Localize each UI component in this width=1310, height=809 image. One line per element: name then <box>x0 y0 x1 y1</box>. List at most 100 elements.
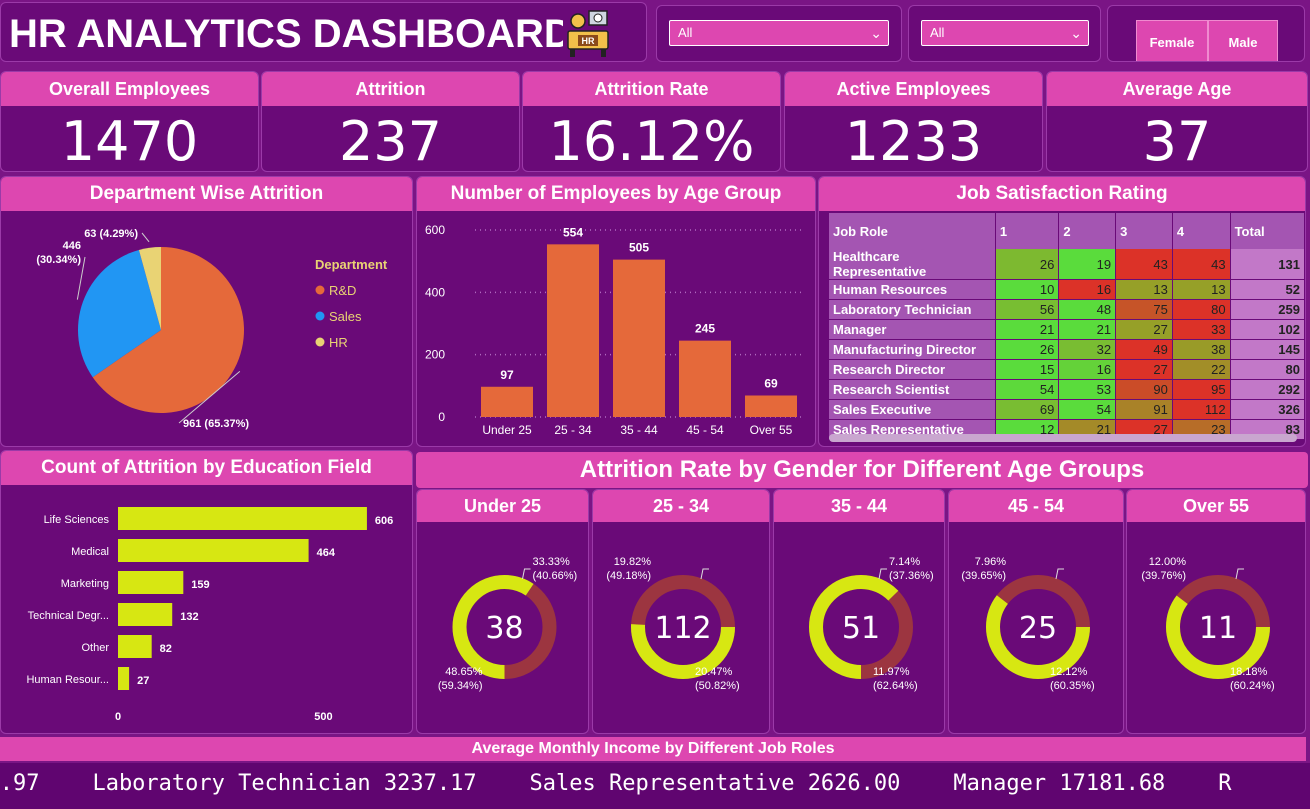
job-role-cell: Manufacturing Director <box>829 339 996 360</box>
kpi-label: Attrition Rate <box>523 72 780 106</box>
total-cell: 259 <box>1230 299 1305 320</box>
donut-label-top: 33.33% <box>533 556 571 568</box>
bar-data-label: 82 <box>160 643 172 655</box>
gender-filter-panel: Female Male <box>1107 5 1305 62</box>
kpi-average-age: Average Age 37 <box>1046 71 1308 172</box>
donut-label-top: (40.66%) <box>533 570 578 582</box>
bar-data-label: 606 <box>375 515 393 527</box>
age-bar <box>613 259 665 417</box>
donut-leader-line <box>700 568 709 580</box>
donut-label-top: 7.14% <box>889 556 920 568</box>
table-row: Research Scientist 54 53 90 95 292 <box>829 379 1305 400</box>
rating-cell: 26 <box>995 339 1060 360</box>
job-satisfaction-panel: Job Satisfaction Rating Job Role 1 2 3 4 Tota… <box>818 176 1306 447</box>
y-tick-label: Life Sciences <box>44 514 110 526</box>
bar-data-label: 159 <box>191 579 209 591</box>
filter-dropdown-2[interactable]: All ⌄ <box>921 20 1089 46</box>
rating-cell: 16 <box>1058 359 1117 380</box>
kpi-value: 16.12% <box>548 110 755 172</box>
bar-data-label: 69 <box>764 376 778 390</box>
gender-section-title: Attrition Rate by Gender for Different A… <box>416 452 1308 488</box>
job-role-cell: Healthcare Representative <box>829 249 996 280</box>
kpi-overall-employees: Overall Employees 1470 <box>0 71 259 172</box>
rating-cell: 80 <box>1172 299 1231 320</box>
filter-dropdown-1[interactable]: All ⌄ <box>669 20 889 46</box>
pie-data-label: 961 (65.37%) <box>183 418 249 430</box>
y-tick-label: Other <box>81 642 109 654</box>
table-row: Laboratory Technician 56 48 75 80 259 <box>829 299 1305 320</box>
rating-cell: 56 <box>995 299 1060 320</box>
age-bar <box>547 244 599 417</box>
pie-legend-marker <box>315 337 325 347</box>
donut-center-value: 112 <box>654 611 711 646</box>
x-tick-label: Under 25 <box>482 423 532 437</box>
age-group-title: Number of Employees by Age Group <box>417 177 815 211</box>
total-cell: 52 <box>1230 279 1305 300</box>
table-row: Manager 21 21 27 33 102 <box>829 319 1305 340</box>
edu-bar <box>118 571 184 594</box>
dept-attrition-panel: Department Wise Attrition 961 (65.37%) 44… <box>0 176 413 447</box>
table-row: Research Director 15 16 27 22 80 <box>829 359 1305 380</box>
age-group-donut-panel: 45 - 54 25 7.96% (39.65%) 12.12% (60.35%) <box>948 489 1124 734</box>
donut-leader-line <box>878 568 887 580</box>
bar-data-label: 505 <box>629 241 649 255</box>
rating-cell: 21 <box>995 319 1060 340</box>
total-cell: 145 <box>1230 339 1305 360</box>
rating-cell: 26 <box>995 249 1060 280</box>
rating-cell: 15 <box>995 359 1060 380</box>
edu-bar <box>118 539 309 562</box>
education-panel: Count of Attrition by Education Field Li… <box>0 450 413 734</box>
filter-panel-1: All ⌄ <box>656 5 902 62</box>
rating-cell: 38 <box>1172 339 1231 360</box>
rating-cell: 13 <box>1115 279 1173 300</box>
x-tick-label: Over 55 <box>750 423 793 437</box>
kpi-value: 1470 <box>60 110 199 172</box>
pie-legend-title: Department <box>315 257 388 272</box>
table-row: Human Resources 10 16 13 13 52 <box>829 279 1305 300</box>
age-bar <box>679 340 731 417</box>
donut-label-bottom: 12.12% <box>1050 666 1088 678</box>
kpi-value: 237 <box>338 110 443 172</box>
donut-center-value: 51 <box>842 611 880 646</box>
hr-logo-icon: HR <box>563 7 613 59</box>
table-header-cell: 3 <box>1115 213 1173 249</box>
edu-bar <box>118 635 152 658</box>
rating-cell: 32 <box>1058 339 1117 360</box>
y-tick-label: 0 <box>438 410 445 424</box>
male-button[interactable]: Male <box>1208 20 1278 61</box>
bar-data-label: 97 <box>500 368 514 382</box>
rating-cell: 13 <box>1172 279 1231 300</box>
donut-label-bottom: 20.47% <box>695 666 733 678</box>
rating-cell: 27 <box>1115 319 1173 340</box>
y-tick-label: 600 <box>425 223 445 237</box>
job-satisfaction-title: Job Satisfaction Rating <box>819 177 1305 211</box>
pie-legend-label: Sales <box>329 309 362 324</box>
rating-cell: 53 <box>1058 379 1117 400</box>
age-group-title: Over 55 <box>1127 490 1305 522</box>
donut-leader-line <box>522 568 531 580</box>
donut-leader-line <box>1055 568 1064 580</box>
kpi-attrition: Attrition 237 <box>261 71 520 172</box>
gender-donut-chart: 38 33.33% (40.66%) 48.65% (59.34%) <box>438 556 578 692</box>
table-header-cell: 1 <box>995 213 1060 249</box>
age-group-donut-panel: Under 25 38 33.33% (40.66%) 48.65% (59.34%) <box>416 489 589 734</box>
table-scrollbar[interactable] <box>829 434 1297 442</box>
age-bar <box>745 395 797 417</box>
filter-dropdown-2-value: All <box>930 25 945 40</box>
pie-legend-label: R&D <box>329 283 356 298</box>
age-group-title: Under 25 <box>417 490 588 522</box>
hr-logo-text: HR <box>582 36 595 46</box>
edu-bar <box>118 603 173 626</box>
title-panel: HR ANALYTICS DASHBOARD HR <box>0 2 647 62</box>
donut-label-bottom: 48.65% <box>445 666 483 678</box>
filter-panel-2: All ⌄ <box>908 5 1101 62</box>
kpi-value: 1233 <box>844 110 983 172</box>
donut-label-top: (37.36%) <box>889 570 934 582</box>
female-button[interactable]: Female <box>1136 20 1208 61</box>
gender-donut-chart: 25 7.96% (39.65%) 12.12% (60.35%) <box>961 556 1094 692</box>
table-header-cell: 2 <box>1058 213 1117 249</box>
age-group-panel: Number of Employees by Age Group 0 200 400… <box>416 176 816 447</box>
donut-label-bottom: 11.97% <box>873 666 910 678</box>
x-tick-label: 25 - 34 <box>554 423 592 437</box>
rating-cell: 19 <box>1058 249 1117 280</box>
